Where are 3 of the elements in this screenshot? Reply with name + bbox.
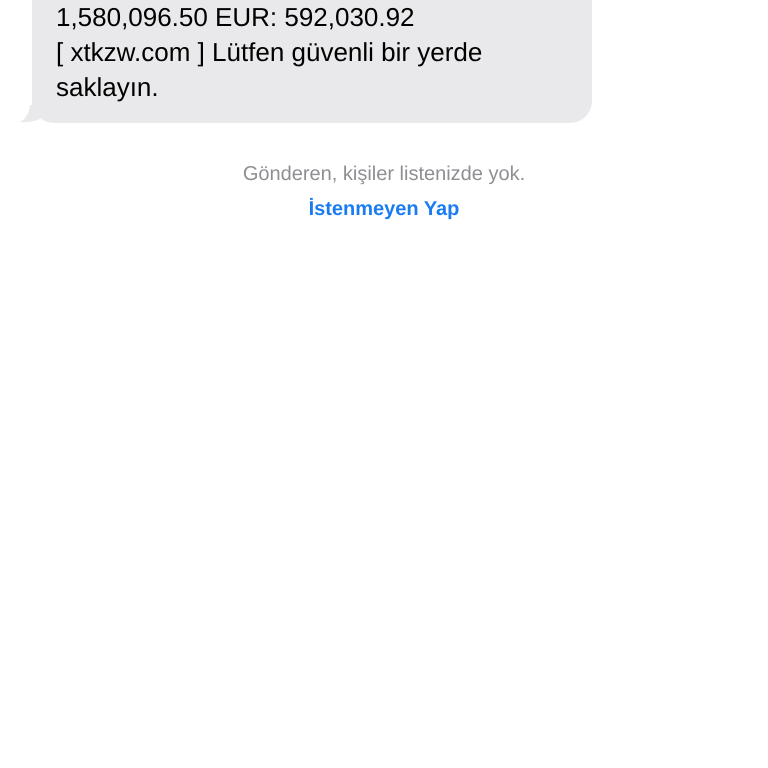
sender-notice: Gönderen, kişiler listenizde yok. xyxy=(242,163,526,186)
message-text: 1,580,096.50 EUR: 592,030.92 [ xtkzw.com ] Lütfen güvenli bir yerde saklayın. xyxy=(56,1,484,104)
report-junk-link[interactable]: İstenmeyen Yap xyxy=(308,198,460,221)
